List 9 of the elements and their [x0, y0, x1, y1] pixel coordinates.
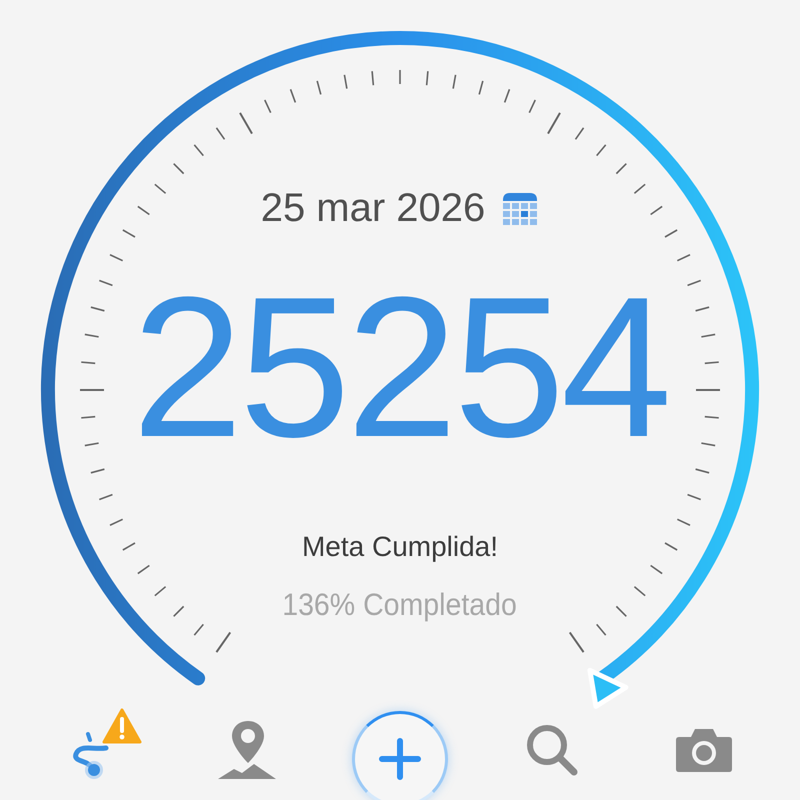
arrowhead-marker: [587, 668, 628, 709]
plus-icon: [378, 737, 422, 781]
progress-percent: 136% Completado: [282, 587, 518, 623]
goal-status: Meta Cumplida!: [302, 531, 498, 563]
camera-icon: [675, 727, 733, 773]
step-count: 25254: [132, 273, 668, 463]
search-icon: [524, 722, 580, 778]
add-button[interactable]: [352, 711, 448, 800]
date-label: 25 mar 2026: [260, 186, 486, 231]
